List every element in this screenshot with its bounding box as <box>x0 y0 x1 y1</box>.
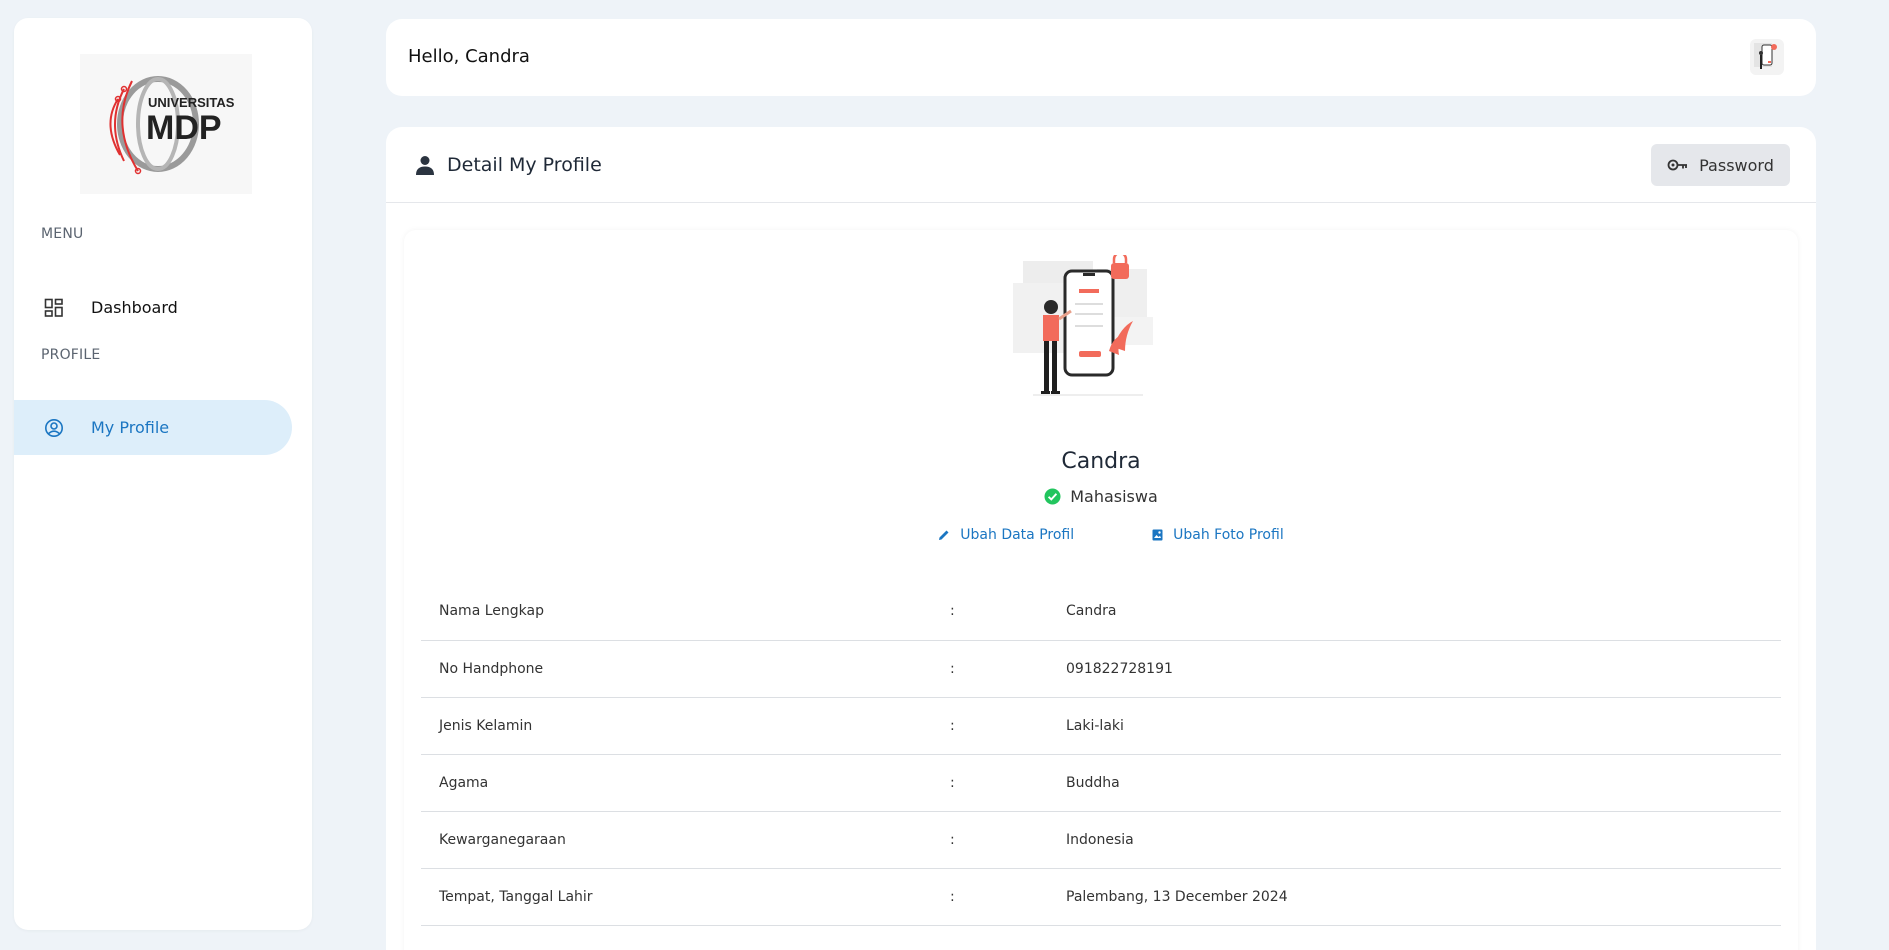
field-label: Agama <box>421 754 950 812</box>
greeting-text: Hello, Candra <box>408 46 530 67</box>
field-value: Buddha <box>1066 754 1781 812</box>
profile-card: Detail My Profile Password Candra Mahasi… <box>386 127 1816 950</box>
profile-detail-panel: Candra Mahasiswa Ubah Data Profil Ubah F… <box>404 230 1798 950</box>
table-row: No Handphone : 091822728191 <box>421 640 1781 698</box>
profile-info-table: Nama Lengkap : Candra No Handphone : 091… <box>421 583 1781 926</box>
edit-profile-photo-label: Ubah Foto Profil <box>1173 527 1284 543</box>
sidebar-item-label: Dashboard <box>91 298 178 317</box>
sidebar-item-dashboard[interactable]: Dashboard <box>14 280 292 335</box>
user-avatar[interactable] <box>1750 39 1784 75</box>
edit-profile-photo-link[interactable]: Ubah Foto Profil <box>1152 527 1284 543</box>
profile-actions: Ubah Data Profil Ubah Foto Profil <box>404 527 1798 543</box>
field-separator: : <box>950 583 1066 641</box>
table-row: Agama : Buddha <box>421 754 1781 812</box>
image-icon <box>1152 529 1163 541</box>
profile-name: Candra <box>1061 449 1141 474</box>
profile-illustration-icon <box>1013 255 1153 396</box>
avatar-illustration-icon <box>1754 43 1777 69</box>
card-header: Detail My Profile Password <box>386 127 1816 203</box>
field-separator: : <box>950 640 1066 698</box>
section-label-profile: PROFILE <box>41 347 101 363</box>
field-value: Candra <box>1066 583 1781 641</box>
password-button-label: Password <box>1699 155 1774 175</box>
table-row: Nama Lengkap : Candra <box>421 583 1781 641</box>
key-icon <box>1667 159 1688 171</box>
field-label: Nama Lengkap <box>421 583 950 641</box>
check-circle-icon <box>1044 488 1061 505</box>
sidebar-item-my-profile[interactable]: My Profile <box>14 400 292 455</box>
field-label: No Handphone <box>421 640 950 698</box>
field-value: Laki-laki <box>1066 697 1781 755</box>
table-row: Jenis Kelamin : Laki-laki <box>421 697 1781 755</box>
table-row: Tempat, Tanggal Lahir : Palembang, 13 De… <box>421 868 1781 926</box>
edit-profile-data-link[interactable]: Ubah Data Profil <box>938 527 1074 543</box>
field-label: Kewarganegaraan <box>421 811 950 869</box>
field-label: Tempat, Tanggal Lahir <box>421 868 950 926</box>
field-separator: : <box>950 868 1066 926</box>
table-row: Kewarganegaraan : Indonesia <box>421 811 1781 869</box>
card-title: Detail My Profile <box>447 154 602 176</box>
role-row: Mahasiswa <box>404 487 1798 506</box>
field-value: 091822728191 <box>1066 640 1781 698</box>
field-value: Indonesia <box>1066 811 1781 869</box>
person-icon <box>416 156 434 175</box>
mdp-logo-icon: UNIVERSITAS MDP <box>109 76 235 175</box>
role-label: Mahasiswa <box>1070 487 1158 506</box>
svg-text:UNIVERSITAS: UNIVERSITAS <box>148 95 235 110</box>
user-circle-icon <box>45 419 63 437</box>
svg-text:MDP: MDP <box>146 109 222 147</box>
password-button[interactable]: Password <box>1651 144 1790 186</box>
dashboard-icon <box>44 298 63 317</box>
sidebar-item-label: My Profile <box>91 418 170 437</box>
field-value: Palembang, 13 December 2024 <box>1066 868 1781 926</box>
sidebar: UNIVERSITAS MDP MENU Dashboard PROFILE M… <box>14 18 312 930</box>
university-logo[interactable]: UNIVERSITAS MDP <box>80 54 252 194</box>
field-label: Jenis Kelamin <box>421 697 950 755</box>
field-separator: : <box>950 754 1066 812</box>
field-separator: : <box>950 811 1066 869</box>
section-label-menu: MENU <box>41 226 84 242</box>
edit-profile-data-label: Ubah Data Profil <box>960 527 1075 543</box>
top-header: Hello, Candra <box>386 19 1816 96</box>
pencil-icon <box>939 530 949 540</box>
field-separator: : <box>950 697 1066 755</box>
